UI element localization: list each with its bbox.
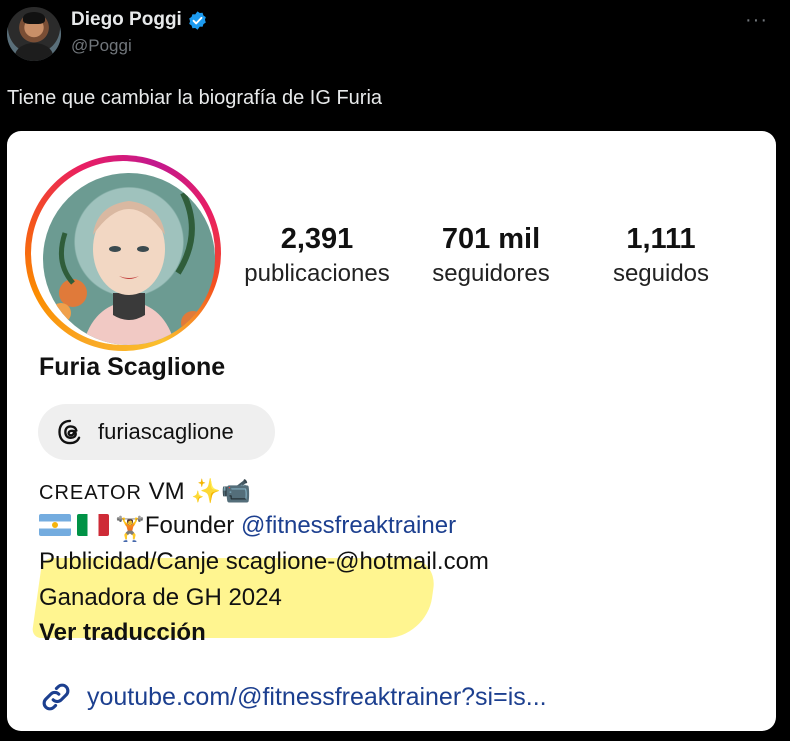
author-avatar[interactable] [7, 7, 61, 61]
embedded-image-card[interactable]: 2,391 publicaciones 701 mil seguidores 1… [7, 131, 776, 731]
profile-link-text[interactable]: youtube.com/@fitnessfreaktrainer?si=is..… [87, 683, 547, 712]
profile-name: Furia Scaglione [39, 353, 226, 381]
tweet-text: Tiene que cambiar la biografía de IG Fur… [7, 87, 383, 109]
bio-line-founder: 🏋Founder @fitnessfreaktrainer [39, 512, 456, 544]
threads-badge-button[interactable]: furiascaglione [38, 404, 275, 460]
story-ring[interactable] [25, 155, 221, 351]
weightlifter-emoji: 🏋 [115, 516, 145, 543]
stat-followers-value: 701 mil [441, 223, 541, 255]
stat-following-label: seguidos [612, 260, 710, 287]
italy-flag-icon [77, 514, 109, 536]
verified-badge-icon [189, 10, 206, 30]
argentina-flag-icon [39, 514, 71, 536]
author-name[interactable]: Diego Poggi [71, 9, 182, 31]
profile-link-row[interactable]: youtube.com/@fitnessfreaktrainer?si=is..… [39, 680, 547, 714]
bio-line-winner: Ganadora de GH 2024 [39, 584, 282, 611]
stat-following-value: 1,111 [626, 223, 696, 255]
bio-line-contact: Publicidad/Canje scaglione-@hotmail.com [39, 548, 489, 575]
stat-posts-label: publicaciones [244, 260, 390, 287]
author-handle[interactable]: @Poggi [71, 36, 132, 56]
bio-line-creator: CREATOR VM ✨📹 [39, 477, 251, 506]
author-name-row[interactable]: Diego Poggi [71, 9, 208, 31]
avatar-shirt [15, 43, 53, 61]
profile-picture[interactable] [43, 173, 215, 345]
see-translation-link[interactable]: Ver traducción [39, 619, 206, 647]
bio-founder-text: Founder [144, 512, 241, 539]
sparkles-camera-emoji: ✨📹 [191, 478, 252, 505]
stat-posts-value: 2,391 [280, 223, 354, 255]
threads-handle: furiascaglione [98, 419, 234, 444]
stat-followers-label: seguidores [432, 260, 550, 287]
more-options-icon[interactable]: ··· [745, 9, 768, 32]
stat-posts[interactable]: 2,391 publicaciones [238, 223, 396, 288]
bio-mention-link[interactable]: @fitnessfreaktrainer [241, 512, 456, 539]
bio-creator-rest: VM [141, 478, 192, 505]
stat-followers[interactable]: 701 mil seguidores [411, 223, 571, 288]
link-icon [42, 683, 70, 711]
portrait-illustration [51, 191, 205, 345]
threads-icon [58, 419, 81, 445]
bio-creator-caps: CREATOR [39, 482, 142, 504]
stat-following[interactable]: 1,111 seguidos [591, 223, 731, 288]
avatar-hair [23, 12, 45, 24]
